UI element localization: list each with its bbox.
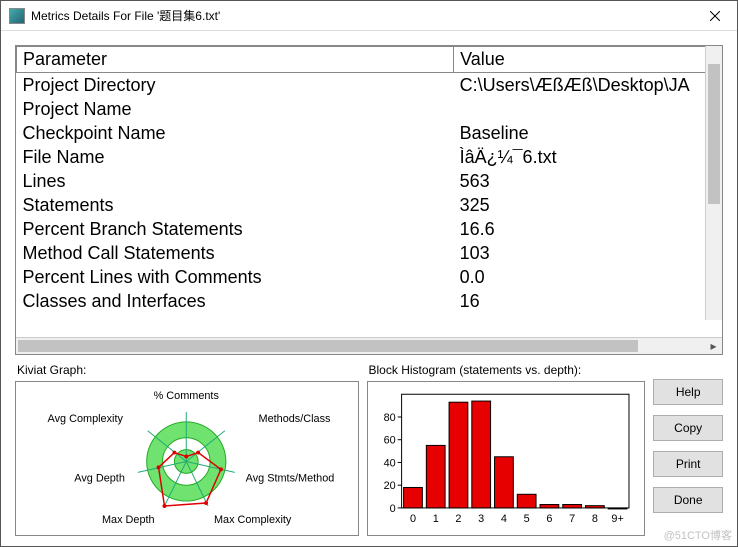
histogram-bar xyxy=(562,505,581,508)
svg-text:0: 0 xyxy=(409,513,415,525)
svg-text:80: 80 xyxy=(383,412,395,424)
svg-text:4: 4 xyxy=(500,513,506,525)
metrics-table-wrap: Parameter Value Project DirectoryC:\User… xyxy=(16,46,722,337)
table-row[interactable]: Project DirectoryC:\Users\ÆßÆß\Desktop\J… xyxy=(17,73,722,98)
copy-button[interactable]: Copy xyxy=(653,415,723,441)
done-button[interactable]: Done xyxy=(653,487,723,513)
histogram-panel: Block Histogram (statements vs. depth): … xyxy=(367,361,646,536)
vertical-scrollbar[interactable] xyxy=(705,46,722,320)
value-cell: 16.6 xyxy=(454,217,722,241)
svg-text:9+: 9+ xyxy=(611,513,623,525)
horizontal-scrollbar[interactable]: ▸ xyxy=(16,337,722,354)
col-header-parameter[interactable]: Parameter xyxy=(17,47,454,73)
param-cell: Project Name xyxy=(17,97,454,121)
app-icon xyxy=(9,8,25,24)
svg-text:0: 0 xyxy=(389,503,395,515)
value-cell: Baseline xyxy=(454,121,722,145)
svg-text:3: 3 xyxy=(478,513,484,525)
param-cell: Classes and Interfaces xyxy=(17,289,454,313)
svg-text:1: 1 xyxy=(432,513,438,525)
table-row[interactable]: Statements325 xyxy=(17,193,722,217)
titlebar: Metrics Details For File '题目集6.txt' xyxy=(1,1,737,31)
kiviat-label-avg-depth: Avg Depth xyxy=(74,472,125,484)
param-cell: Method Call Statements xyxy=(17,241,454,265)
metrics-table: Parameter Value Project DirectoryC:\User… xyxy=(16,46,722,313)
svg-text:20: 20 xyxy=(383,480,395,492)
horizontal-scroll-thumb[interactable] xyxy=(18,340,638,352)
histogram-bar xyxy=(517,494,536,508)
svg-text:6: 6 xyxy=(546,513,552,525)
svg-text:8: 8 xyxy=(591,513,597,525)
svg-text:5: 5 xyxy=(523,513,529,525)
window-title: Metrics Details For File '题目集6.txt' xyxy=(31,7,692,24)
histogram-bar xyxy=(494,457,513,508)
close-icon xyxy=(710,11,720,21)
table-row[interactable]: Classes and Interfaces16 xyxy=(17,289,722,313)
histogram-bar xyxy=(403,487,422,507)
kiviat-label-avg-stmts-method: Avg Stmts/Method xyxy=(246,472,335,484)
param-cell: Lines xyxy=(17,169,454,193)
kiviat-box: % Comments Methods/Class Avg Stmts/Metho… xyxy=(15,381,359,536)
kiviat-title: Kiviat Graph: xyxy=(15,361,359,381)
param-cell: Checkpoint Name xyxy=(17,121,454,145)
svg-text:7: 7 xyxy=(569,513,575,525)
kiviat-label-max-complexity: Max Complexity xyxy=(214,514,292,526)
value-cell: 563 xyxy=(454,169,722,193)
kiviat-label-avg-complexity: Avg Complexity xyxy=(48,413,124,425)
param-cell: File Name xyxy=(17,145,454,169)
histogram-bar xyxy=(471,401,490,508)
kiviat-label-methods-class: Methods/Class xyxy=(259,413,331,425)
histogram-bar xyxy=(426,445,445,508)
value-cell: ÌâÄ¿¼¯6.txt xyxy=(454,145,722,169)
histogram-bar xyxy=(540,505,559,508)
kiviat-label-pct-comments: % Comments xyxy=(154,390,220,402)
histogram-bar xyxy=(608,508,627,509)
table-row[interactable]: Lines563 xyxy=(17,169,722,193)
table-row[interactable]: Percent Lines with Comments0.0 xyxy=(17,265,722,289)
client-area: Parameter Value Project DirectoryC:\User… xyxy=(1,31,737,546)
param-cell: Statements xyxy=(17,193,454,217)
histogram-chart: 0 20 40 60 80 0 1 2 3 4 5 6 7 8 9+ xyxy=(368,382,645,535)
table-row[interactable]: Percent Branch Statements16.6 xyxy=(17,217,722,241)
print-button[interactable]: Print xyxy=(653,451,723,477)
kiviat-panel: Kiviat Graph: xyxy=(15,361,359,536)
table-row[interactable]: File NameÌâÄ¿¼¯6.txt xyxy=(17,145,722,169)
metrics-table-frame: Parameter Value Project DirectoryC:\User… xyxy=(15,45,723,355)
param-cell: Percent Branch Statements xyxy=(17,217,454,241)
svg-text:2: 2 xyxy=(455,513,461,525)
svg-text:40: 40 xyxy=(383,457,395,469)
histogram-bar xyxy=(449,402,468,508)
svg-text:60: 60 xyxy=(383,435,395,447)
param-cell: Percent Lines with Comments xyxy=(17,265,454,289)
help-button[interactable]: Help xyxy=(653,379,723,405)
value-cell: 325 xyxy=(454,193,722,217)
histogram-title: Block Histogram (statements vs. depth): xyxy=(367,361,646,381)
value-cell: 0.0 xyxy=(454,265,722,289)
vertical-scroll-thumb[interactable] xyxy=(708,64,720,204)
table-row[interactable]: Method Call Statements103 xyxy=(17,241,722,265)
value-cell: C:\Users\ÆßÆß\Desktop\JA xyxy=(454,73,722,98)
kiviat-label-max-depth: Max Depth xyxy=(102,514,155,526)
value-cell: 16 xyxy=(454,289,722,313)
table-row[interactable]: Project Name xyxy=(17,97,722,121)
param-cell: Project Directory xyxy=(17,73,454,98)
scroll-right-icon[interactable]: ▸ xyxy=(705,338,722,354)
value-cell xyxy=(454,97,722,121)
close-button[interactable] xyxy=(692,1,737,31)
bottom-row: Kiviat Graph: xyxy=(15,361,723,536)
col-header-value[interactable]: Value xyxy=(454,47,722,73)
table-row[interactable]: Checkpoint NameBaseline xyxy=(17,121,722,145)
kiviat-chart: % Comments Methods/Class Avg Stmts/Metho… xyxy=(16,382,358,535)
histogram-bar xyxy=(585,506,604,508)
value-cell: 103 xyxy=(454,241,722,265)
button-column: Help Copy Print Done xyxy=(653,361,723,536)
histogram-box: 0 20 40 60 80 0 1 2 3 4 5 6 7 8 9+ xyxy=(367,381,646,536)
